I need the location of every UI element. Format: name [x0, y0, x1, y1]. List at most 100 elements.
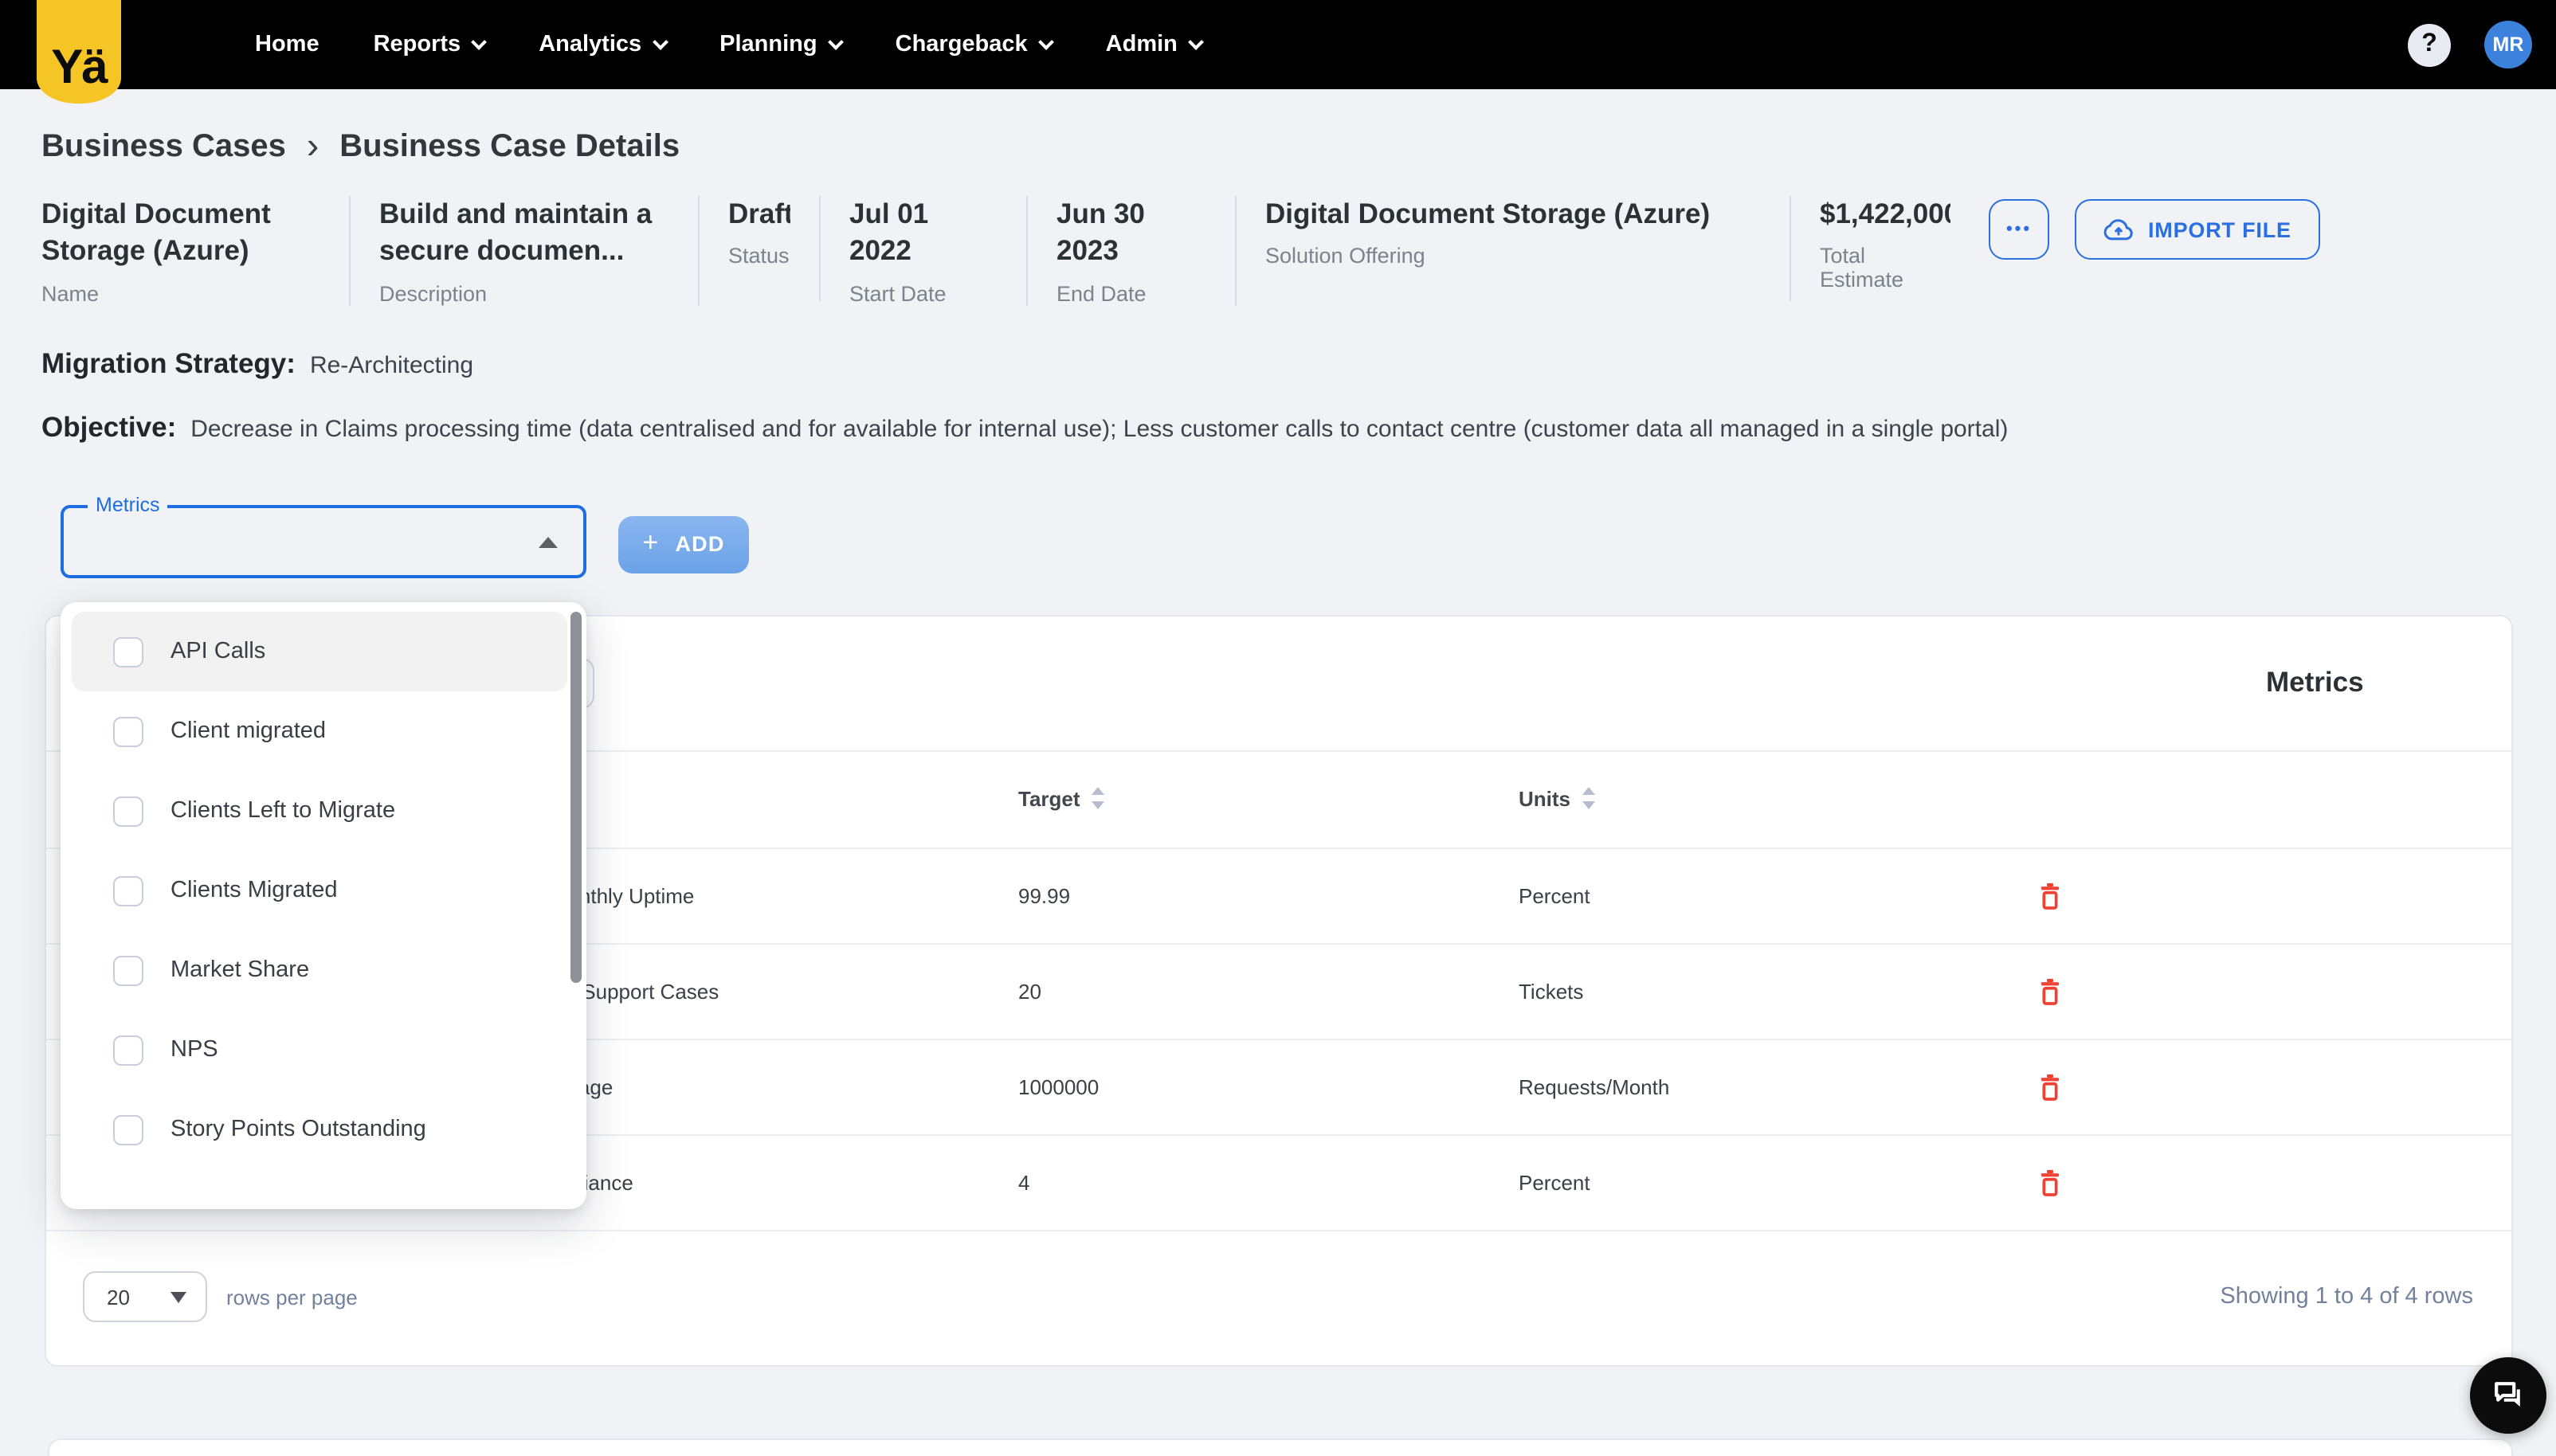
detail-actions: ••• IMPORT FILE: [1989, 199, 2320, 260]
caret-down-icon: [171, 1291, 186, 1303]
metrics-dropdown-option[interactable]: Clients Migrated: [72, 851, 567, 930]
delete-row-button[interactable]: [2037, 977, 2064, 1007]
detail-label: Status: [728, 244, 790, 268]
metrics-card-title: Metrics: [2266, 665, 2364, 698]
objective-value: Decrease in Claims processing time (data…: [190, 415, 2009, 443]
nav-menu-item[interactable]: Chargeback: [895, 32, 1054, 57]
nav-menu-item-label: Chargeback: [895, 32, 1028, 57]
row-target-cell: 99.99: [1018, 883, 1071, 908]
breadcrumb-current: Business Case Details: [339, 129, 680, 164]
row-units-cell: Tickets: [1519, 979, 1584, 1004]
checkbox-icon[interactable]: [113, 955, 143, 985]
chevron-down-icon: [652, 33, 668, 49]
detail-field: $1,422,000 Total Estimate: [1820, 196, 1979, 301]
checkbox-icon[interactable]: [113, 875, 143, 906]
trash-icon: [2040, 1074, 2060, 1101]
nav-menu-item[interactable]: Planning: [719, 32, 844, 57]
detail-label: Total Estimate: [1820, 244, 1904, 292]
trash-icon: [2040, 1169, 2060, 1196]
metrics-dropdown-option[interactable]: Client migrated: [72, 691, 567, 771]
detail-value: Digital Document Storage (Azure): [1265, 198, 1711, 229]
nav-menu: Home Reports Analytics Planning Chargeba…: [255, 32, 1204, 57]
nav-menu-item-label: Home: [255, 32, 320, 57]
chevron-down-icon: [1187, 33, 1204, 49]
caret-up-icon: [539, 536, 558, 548]
metrics-dropdown-option-label: API Calls: [171, 639, 266, 664]
breadcrumb-separator-icon: ›: [306, 123, 320, 165]
question-mark-icon: ?: [2421, 30, 2437, 57]
checkbox-icon[interactable]: [113, 636, 143, 667]
metrics-dropdown-option[interactable]: Market Share: [72, 930, 567, 1010]
sort-icon[interactable]: [1582, 787, 1596, 810]
import-file-label: IMPORT FILE: [2148, 217, 2291, 241]
detail-label: Solution Offering: [1265, 244, 1425, 268]
detail-label: Start Date: [849, 281, 947, 306]
nav-menu-item-label: Admin: [1105, 32, 1178, 57]
pagination-summary: Showing 1 to 4 of 4 rows: [2220, 1284, 2473, 1310]
checkbox-icon[interactable]: [113, 1035, 143, 1065]
chat-fab-button[interactable]: [2470, 1357, 2546, 1434]
metrics-dropdown-option-label: Market Share: [171, 957, 310, 983]
metrics-dropdown-option[interactable]: API Calls: [72, 612, 567, 691]
business-case-details: Digital Document Storage (Azure) Name Bu…: [41, 196, 2515, 306]
metrics-dropdown-option-label: Client migrated: [171, 718, 327, 744]
checkbox-icon[interactable]: [113, 716, 143, 746]
nav-right: ? MR: [2408, 21, 2556, 68]
row-units-cell: Percent: [1519, 883, 1590, 908]
trash-icon: [2040, 883, 2060, 910]
metrics-dropdown-option[interactable]: Clients Left to Migrate: [72, 771, 567, 851]
metrics-select[interactable]: Metrics: [61, 493, 586, 578]
objective: Objective: Decrease in Claims processing …: [41, 411, 2515, 444]
detail-field: Jun 30 2023 End Date: [1057, 196, 1237, 306]
objective-label: Objective:: [41, 410, 177, 443]
row-units-cell: Requests/Month: [1519, 1074, 1670, 1099]
row-target-cell: 20: [1018, 979, 1041, 1004]
page-size-value: 20: [107, 1285, 130, 1309]
nav-menu-item[interactable]: Analytics: [539, 32, 668, 57]
nav-menu-item[interactable]: Reports: [374, 32, 488, 57]
row-actions-cell: [1949, 1072, 2064, 1102]
sort-icon[interactable]: [1091, 787, 1106, 810]
breadcrumb-parent[interactable]: Business Cases: [41, 129, 286, 166]
rows-per-page-label: rows per page: [226, 1285, 358, 1309]
avatar-initials: MR: [2492, 33, 2524, 56]
chat-icon: [2495, 1382, 2520, 1407]
delete-row-button[interactable]: [2037, 1072, 2064, 1102]
more-actions-button[interactable]: •••: [1989, 199, 2049, 260]
target-column-label: Target: [1018, 787, 1080, 812]
metrics-dropdown-option[interactable]: NPS: [72, 1010, 567, 1090]
row-actions-cell: [1949, 1168, 2064, 1198]
detail-field: Build and maintain a secure documen... D…: [379, 196, 700, 306]
page: Yä Home Reports Analytics Planning Charg…: [0, 0, 2556, 1456]
checkbox-icon[interactable]: [113, 796, 143, 826]
app-logo[interactable]: Yä: [37, 0, 121, 104]
dropdown-scrollbar[interactable]: [570, 612, 582, 983]
detail-label: Description: [379, 281, 488, 306]
add-metric-label: ADD: [675, 532, 725, 557]
detail-value: Jul 01 2022: [849, 198, 929, 267]
detail-value: Digital Document Storage (Azure): [41, 198, 271, 267]
migration-strategy-label: Migration Strategy:: [41, 346, 296, 379]
add-metric-button[interactable]: + ADD: [618, 515, 749, 573]
delete-row-button[interactable]: [2037, 1168, 2064, 1198]
avatar[interactable]: MR: [2484, 21, 2532, 68]
nav-menu-item[interactable]: Admin: [1105, 32, 1204, 57]
detail-field: Digital Document Storage (Azure) Name: [41, 196, 351, 306]
metrics-dropdown-option[interactable]: Story Points Outstanding: [72, 1090, 567, 1169]
import-file-button[interactable]: IMPORT FILE: [2075, 199, 2320, 260]
page-size-select[interactable]: 20: [83, 1271, 207, 1323]
migration-strategy-value: Re-Architecting: [309, 351, 474, 379]
breadcrumb: Business Cases › Business Case Details: [41, 123, 2515, 166]
migration-strategy: Migration Strategy: Re-Architecting: [41, 347, 2515, 381]
metrics-dropdown-option-label: Story Points Outstanding: [171, 1117, 426, 1142]
delete-row-button[interactable]: [2037, 881, 2064, 911]
row-target-cell: 1000000: [1018, 1074, 1100, 1099]
row-target-cell: 4: [1018, 1170, 1030, 1195]
nav-menu-item-label: Planning: [719, 32, 817, 57]
help-button[interactable]: ?: [2408, 23, 2451, 66]
nav-menu-item-label: Analytics: [539, 32, 642, 57]
checkbox-icon[interactable]: [113, 1114, 143, 1145]
nav-menu-item[interactable]: Home: [255, 32, 320, 57]
trash-icon: [2040, 978, 2060, 1005]
cloud-upload-icon: [2103, 219, 2133, 241]
